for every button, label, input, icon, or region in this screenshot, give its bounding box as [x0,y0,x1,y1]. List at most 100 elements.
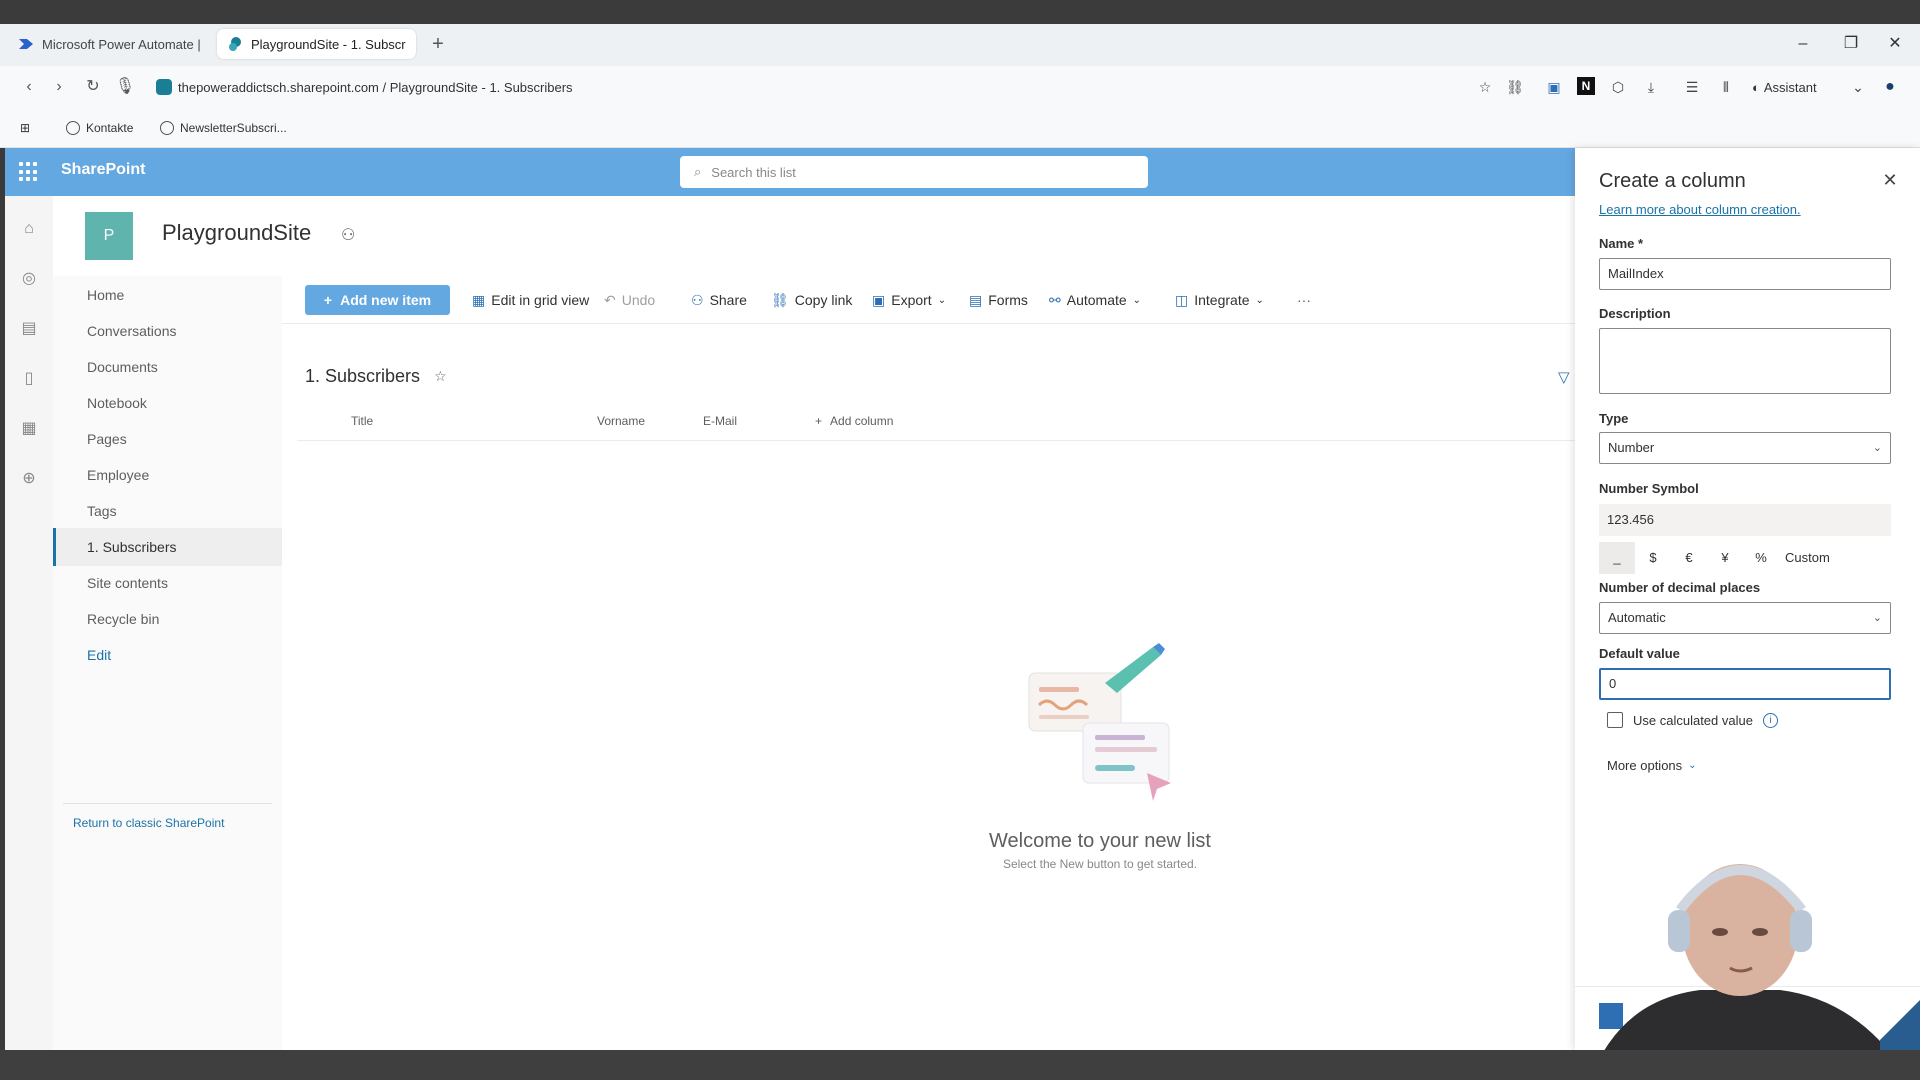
empty-state-subtitle: Select the New button to get started. [1002,857,1198,871]
app-launcher-icon[interactable] [19,162,39,182]
create-icon[interactable]: ⊕ [18,468,40,490]
chevron-down-icon: ⌄ [1132,294,1142,306]
reload-icon[interactable]: ↻ [82,76,104,98]
link-icon: ⛓ [771,291,789,308]
symbol-euro[interactable]: € [1671,542,1707,574]
back-icon[interactable]: ‹ [18,76,40,98]
site-title[interactable]: PlaygroundSite [162,220,311,246]
extension-icon[interactable]: ▣ [1544,77,1564,97]
site-info-icon[interactable] [156,79,172,95]
forms-button[interactable]: ▤ Forms [969,291,1028,309]
close-icon[interactable]: ✕ [1878,168,1902,192]
globe-icon[interactable]: ◎ [18,268,40,290]
browser-addressbar: ‹ › ↻ 🎙 thepoweraddictsch.sharepoint.com… [0,66,1920,108]
nav-item-recycle-bin[interactable]: Recycle bin [53,600,282,638]
home-icon[interactable]: ⌂ [18,218,40,240]
tab-power-automate[interactable]: Microsoft Power Automate | H [8,29,212,59]
name-field[interactable]: MailIndex [1599,258,1891,290]
list-title: 1. Subscribers ☆ [305,366,447,387]
lists-icon[interactable]: ▦ [18,418,40,440]
assistant-icon: ◐ [1752,79,1760,95]
number-symbol-preview: 123.456 [1599,504,1891,536]
minimize-icon[interactable]: – [1788,32,1818,56]
tab-playgroundsite[interactable]: PlaygroundSite - 1. Subscribe [217,29,416,59]
symbol-none[interactable]: _ [1599,542,1635,574]
taskbar-strip [0,1050,1920,1080]
new-tab-button[interactable]: + [428,34,448,54]
symbol-custom[interactable]: Custom [1779,542,1836,574]
nav-item-pages[interactable]: Pages [53,420,282,458]
restore-icon[interactable]: ❐ [1836,32,1866,56]
notion-icon[interactable]: N [1577,77,1595,95]
favorite-star-icon[interactable]: ☆ [1475,77,1495,97]
export-button[interactable]: ▣ Export ⌄ [872,291,946,309]
news-icon[interactable]: ▤ [18,318,40,340]
search-icon: ⌕ [694,164,702,179]
assistant-button[interactable]: ◐ Assistant [1752,77,1817,97]
copy-link-button[interactable]: ⛓ Copy link [771,291,852,309]
nav-item-employee[interactable]: Employee [53,456,282,494]
menu-lines-icon[interactable]: ☰ [1682,77,1702,97]
symbol-dollar[interactable]: $ [1635,542,1671,574]
integrate-button[interactable]: ◫ Integrate ⌄ [1175,291,1264,309]
audio-wave-icon[interactable]: ⫴ [1716,77,1736,97]
share-button[interactable]: ⚇ Share [691,291,747,309]
more-options-button[interactable]: More options ⌄ [1607,758,1697,773]
sharepoint-icon [227,36,243,52]
symbol-yen[interactable]: ¥ [1707,542,1743,574]
description-field[interactable] [1599,328,1891,394]
puzzle-icon[interactable]: ⬡ [1608,77,1628,97]
info-icon[interactable]: i [1762,712,1778,728]
filter-icon[interactable]: ▽ [1558,368,1570,386]
group-icon: ⚇ [341,227,356,244]
nav-item-documents[interactable]: Documents [53,348,282,386]
automate-button[interactable]: ⚯ Automate ⌄ [1049,291,1141,309]
add-column-button[interactable]: + Add column [815,414,893,428]
bookmark-newsletter[interactable]: NewsletterSubscri... [160,119,287,137]
forward-icon[interactable]: › [48,76,70,98]
nav-item-notebook[interactable]: Notebook [53,384,282,422]
nav-item-conversations[interactable]: Conversations [53,312,282,350]
edit-grid-button[interactable]: ▦ Edit in grid view [472,291,589,309]
column-email[interactable]: E-Mail [703,414,737,428]
use-calculated-checkbox[interactable] [1607,712,1623,728]
nav-item-tags[interactable]: Tags [53,492,282,530]
symbol-percent[interactable]: % [1743,542,1779,574]
chevron-down-icon: ⌄ [937,294,947,306]
file-icon[interactable]: ▯ [18,368,40,390]
nav-item-subscribers[interactable]: 1. Subscribers [53,528,282,566]
chevron-down-icon[interactable]: ⌄ [1848,77,1868,97]
return-classic-link[interactable]: Return to classic SharePoint [73,816,224,830]
forms-icon: ▤ [969,291,983,308]
bookmark-kontakte[interactable]: Kontakte [66,119,133,137]
default-value-field[interactable]: 0 [1599,668,1891,700]
automate-label: Automate [1066,292,1127,308]
nav-item-site-contents[interactable]: Site contents [53,564,282,602]
site-logo[interactable]: P [85,212,133,260]
undo-label: Undo [621,292,656,308]
profile-avatar-icon[interactable]: ● [1880,77,1900,97]
type-select[interactable]: Number ⌄ [1599,432,1891,464]
close-window-icon[interactable]: ✕ [1880,32,1910,56]
column-title[interactable]: Title [351,414,373,428]
sharepoint-brand[interactable]: SharePoint [61,161,145,179]
add-new-item-label: Add new item [340,292,432,308]
decimal-places-select[interactable]: Automatic ⌄ [1599,602,1891,634]
list-title-text: 1. Subscribers [305,366,421,386]
download-icon[interactable]: ⤓ [1641,77,1661,97]
nav-edit-link[interactable]: Edit [53,636,282,674]
star-icon[interactable]: ☆ [434,368,447,385]
nav-item-home[interactable]: Home [53,276,282,314]
more-commands-button[interactable]: ··· [1297,291,1311,309]
apps-grid-icon[interactable]: ⊞ [20,119,30,137]
microphone-icon[interactable]: 🎙 [114,76,136,98]
learn-more-link[interactable]: Learn more about column creation. [1599,202,1801,217]
panel-title: Create a column [1599,170,1746,192]
chevron-down-icon: ⌄ [1872,612,1882,624]
search-input[interactable]: ⌕ Search this list [680,156,1148,188]
column-vorname[interactable]: Vorname [597,414,645,428]
url-field[interactable]: thepoweraddictsch.sharepoint.com / Playg… [156,77,573,97]
undo-button[interactable]: ↶ Undo [604,291,655,309]
add-new-item-button[interactable]: + Add new item [305,285,450,315]
link-icon[interactable]: ⛓ [1505,77,1525,97]
